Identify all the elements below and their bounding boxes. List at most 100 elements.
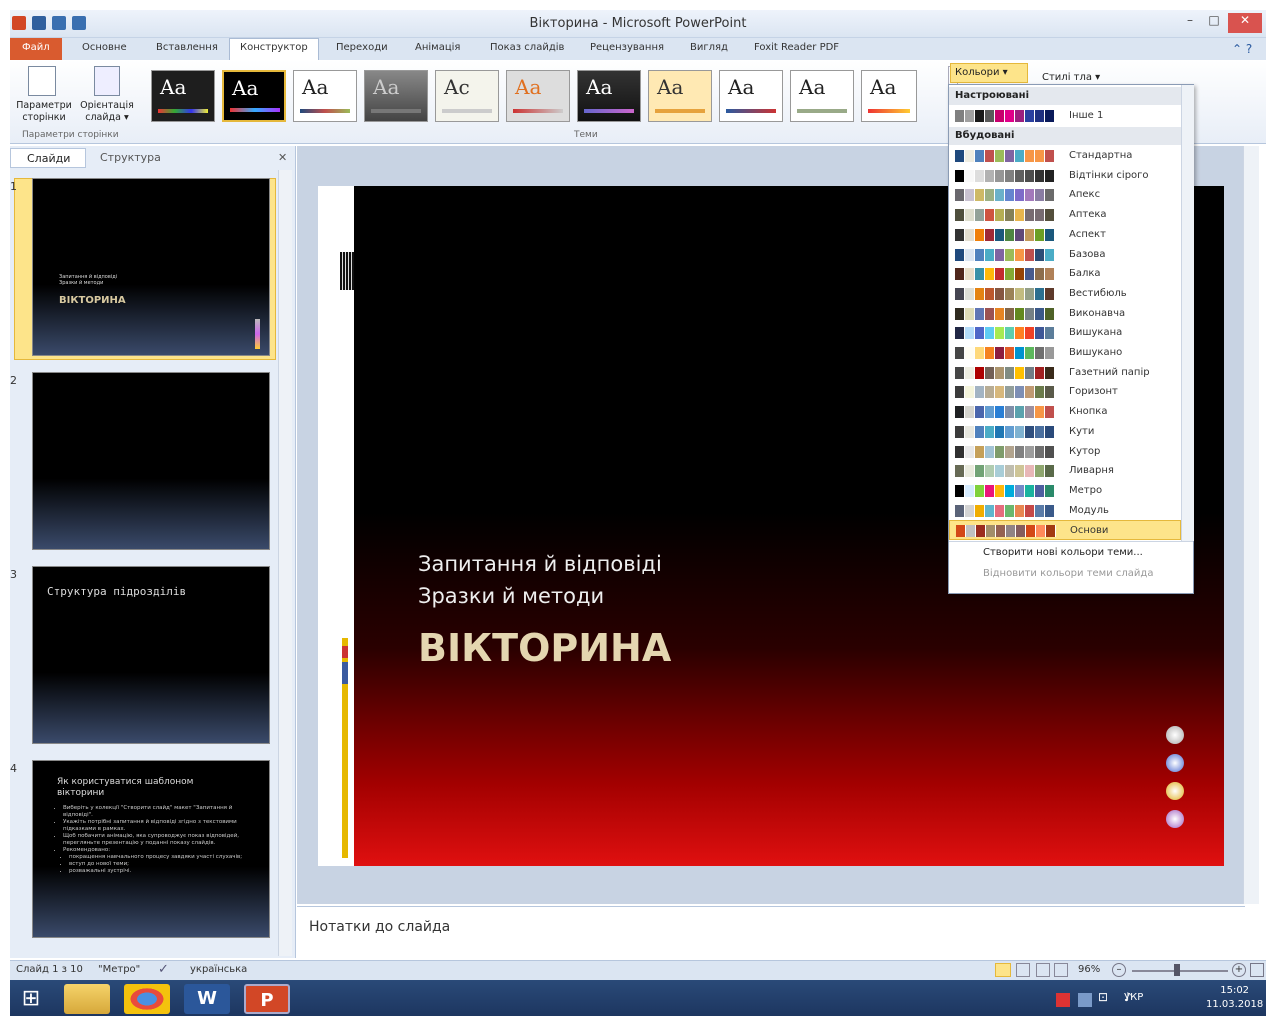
- network-icon[interactable]: ⊡: [1098, 990, 1108, 1004]
- slide-thumbnail-3[interactable]: Структура підрозділів: [32, 566, 270, 744]
- tab-animations[interactable]: Анімація: [413, 42, 462, 53]
- help-icon[interactable]: ⌃ ?: [1232, 42, 1252, 56]
- slide-subtitle-line2[interactable]: Зразки й методи: [418, 584, 604, 608]
- color-scheme-option[interactable]: Відтінки сірого: [949, 166, 1181, 186]
- zoom-slider[interactable]: [1132, 970, 1228, 972]
- color-scheme-option[interactable]: Виконавча: [949, 304, 1181, 324]
- dropdown-header-custom: Настроювані: [949, 87, 1181, 105]
- theme-sample-text: Aa: [373, 75, 400, 99]
- word-icon[interactable]: W: [184, 984, 230, 1014]
- color-scheme-option[interactable]: Балка: [949, 264, 1181, 284]
- clock-date: 11.03.2018: [1206, 999, 1264, 1010]
- reading-view-icon[interactable]: [1036, 963, 1050, 977]
- minimize-button[interactable]: –: [1180, 13, 1200, 33]
- clock-time: 15:02: [1220, 985, 1250, 996]
- close-pane-icon[interactable]: ✕: [278, 151, 287, 164]
- tab-review[interactable]: Рецензування: [588, 42, 666, 53]
- color-scheme-name: Кутор: [1069, 445, 1101, 457]
- create-theme-colors-command[interactable]: Створити нові кольори теми...: [983, 547, 1143, 558]
- tab-foxit[interactable]: Foxit Reader PDF: [752, 42, 841, 53]
- zoom-level[interactable]: 96%: [1078, 964, 1100, 975]
- color-scheme-option[interactable]: Кути: [949, 422, 1181, 442]
- color-scheme-option[interactable]: Кутор: [949, 442, 1181, 462]
- spellcheck-icon[interactable]: ✓: [158, 962, 169, 977]
- slide-thumbnail-4[interactable]: Як користуватися шаблоном вікторини Вибе…: [32, 760, 270, 938]
- maximize-button[interactable]: □: [1204, 13, 1224, 33]
- theme-thumbnail[interactable]: Aa: [506, 70, 570, 122]
- powerpoint-icon[interactable]: P: [244, 984, 290, 1014]
- theme-thumbnail[interactable]: Aa: [648, 70, 712, 122]
- bullet: Виберіть у колекції "Створити слайд" мак…: [63, 805, 257, 819]
- close-button[interactable]: ✕: [1228, 13, 1262, 33]
- tab-file[interactable]: Файл: [10, 38, 62, 60]
- color-scheme-option[interactable]: Аптека: [949, 205, 1181, 225]
- fit-to-window-icon[interactable]: [1250, 963, 1264, 977]
- slideshow-view-icon[interactable]: [1054, 963, 1068, 977]
- theme-thumbnail[interactable]: Aa: [719, 70, 783, 122]
- theme-thumbnail[interactable]: Aa: [364, 70, 428, 122]
- background-styles-button[interactable]: Стилі тла ▾: [1042, 72, 1100, 83]
- color-swatch-strip: [955, 287, 1055, 300]
- slide-thumbnail-1[interactable]: Запитання й відповіді Зразки й методи ВІК…: [32, 178, 270, 356]
- color-scheme-option[interactable]: Стандартна: [949, 146, 1181, 166]
- theme-thumbnail[interactable]: Aa: [577, 70, 641, 122]
- color-scheme-option[interactable]: Горизонт: [949, 382, 1181, 402]
- tab-transitions[interactable]: Переходи: [334, 42, 390, 53]
- start-windows-icon[interactable]: ⊞: [16, 986, 46, 1012]
- tab-view[interactable]: Вигляд: [688, 42, 730, 53]
- slides-scrollbar[interactable]: [278, 170, 292, 956]
- notes-pane[interactable]: Нотатки до слайда: [297, 906, 1245, 958]
- tab-home[interactable]: Основне: [80, 42, 129, 53]
- color-swatch-strip: [955, 465, 1055, 478]
- theme-thumbnail[interactable]: Aa: [861, 70, 917, 122]
- theme-thumbnail[interactable]: Aa: [790, 70, 854, 122]
- zoom-slider-thumb[interactable]: [1174, 964, 1180, 976]
- page-setup-button[interactable]: Параметри сторінки: [12, 100, 76, 124]
- chrome-icon[interactable]: [124, 984, 170, 1014]
- tab-slideshow[interactable]: Показ слайдів: [488, 42, 566, 53]
- zoom-out-icon[interactable]: –: [1112, 963, 1126, 977]
- slide-subtitle-line1[interactable]: Запитання й відповіді: [418, 552, 662, 576]
- color-scheme-option[interactable]: Кнопка: [949, 402, 1181, 422]
- color-scheme-option[interactable]: Метро: [949, 481, 1181, 501]
- color-scheme-option[interactable]: Апекс: [949, 185, 1181, 205]
- color-scheme-option[interactable]: Вестибюль: [949, 284, 1181, 304]
- tab-design[interactable]: Конструктор: [229, 38, 319, 60]
- theme-thumbnail[interactable]: Ac: [435, 70, 499, 122]
- tray-icon[interactable]: [1056, 993, 1070, 1007]
- color-scheme-option[interactable]: Вишукана: [949, 323, 1181, 343]
- language-indicator[interactable]: українська: [190, 964, 247, 975]
- color-scheme-name: Горизонт: [1069, 386, 1118, 398]
- tab-insert[interactable]: Вставлення: [154, 42, 220, 53]
- theme-thumbnail[interactable]: Aa: [293, 70, 357, 122]
- color-scheme-name: Вишукано: [1069, 347, 1123, 358]
- color-scheme-option[interactable]: Аспект: [949, 225, 1181, 245]
- color-scheme-option[interactable]: Базова: [949, 245, 1181, 265]
- slide-title[interactable]: ВІКТОРИНА: [418, 626, 671, 670]
- zoom-in-icon[interactable]: +: [1232, 963, 1246, 977]
- tray-icon[interactable]: [1078, 993, 1092, 1007]
- file-explorer-icon[interactable]: [64, 984, 110, 1014]
- color-scheme-option[interactable]: Вишукано: [949, 343, 1181, 363]
- color-scheme-option[interactable]: Основи: [949, 520, 1181, 540]
- tab-outline[interactable]: Структура: [90, 151, 161, 164]
- slide-thumbnail-2[interactable]: [32, 372, 270, 550]
- bullet: вступ до нової теми;: [69, 861, 257, 868]
- color-scheme-option[interactable]: Газетний папір: [949, 363, 1181, 383]
- tab-slides[interactable]: Слайди: [10, 148, 86, 168]
- orientation-button[interactable]: Орієнтація слайда ▾: [76, 100, 138, 124]
- theme-thumbnail[interactable]: Aa: [151, 70, 215, 122]
- color-swatch-strip: [955, 268, 1055, 281]
- editor-scrollbar[interactable]: [1243, 146, 1259, 904]
- dropdown-scrollbar[interactable]: [1181, 85, 1194, 541]
- bullet: Рекомендовано:: [63, 847, 257, 854]
- color-scheme-option[interactable]: Ливарня: [949, 461, 1181, 481]
- clock[interactable]: 15:02 11.03.2018: [1206, 984, 1263, 1012]
- color-scheme-option[interactable]: Інше 1: [949, 106, 1181, 126]
- theme-thumbnail-selected[interactable]: Aa: [222, 70, 286, 122]
- normal-view-icon[interactable]: [995, 963, 1011, 977]
- volume-icon[interactable]: ♪: [1124, 990, 1132, 1004]
- color-scheme-option[interactable]: Модуль: [949, 501, 1181, 521]
- colors-button[interactable]: Кольори ▾: [950, 63, 1028, 83]
- slide-sorter-icon[interactable]: [1016, 963, 1030, 977]
